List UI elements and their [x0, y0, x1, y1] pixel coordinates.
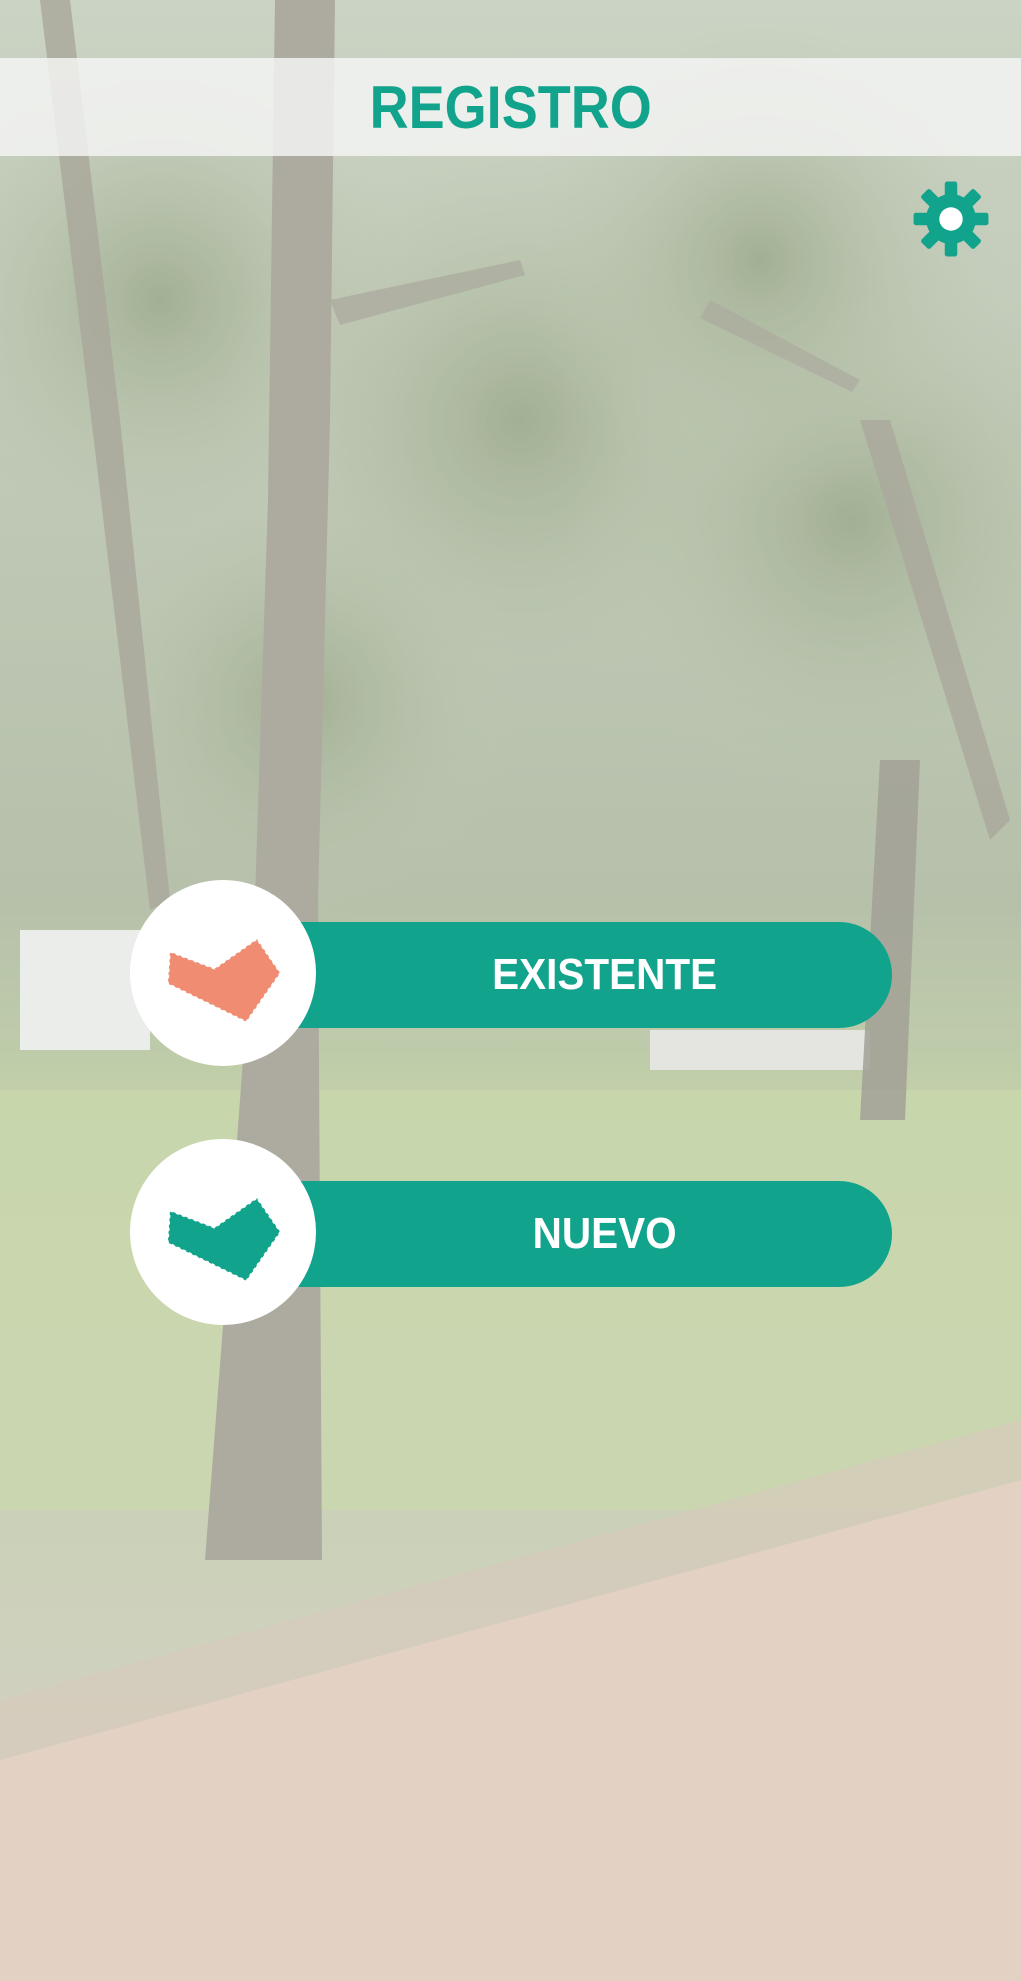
polygon-shape-icon [167, 1196, 282, 1282]
nuevo-bar[interactable]: NUEVO [280, 1181, 892, 1287]
nuevo-button[interactable]: NUEVO [130, 1139, 892, 1325]
existente-icon-circle[interactable] [130, 880, 316, 1066]
page-title: REGISTRO [369, 73, 652, 141]
settings-button[interactable] [912, 180, 990, 258]
existente-button[interactable]: EXISTENTE [130, 880, 892, 1066]
existente-label: EXISTENTE [491, 950, 717, 999]
gear-icon [913, 181, 989, 257]
polygon-shape-icon [167, 937, 282, 1023]
existente-bar[interactable]: EXISTENTE [280, 922, 892, 1028]
nuevo-label: NUEVO [532, 1209, 677, 1258]
nuevo-icon-circle[interactable] [130, 1139, 316, 1325]
header-bar: REGISTRO [0, 58, 1021, 156]
